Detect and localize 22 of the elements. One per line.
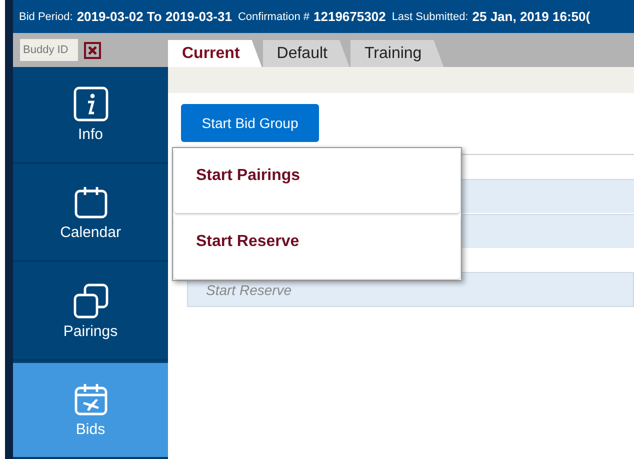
menu-item[interactable]: Start Pairings	[174, 149, 460, 213]
calendar-icon	[72, 184, 108, 220]
field-value: 2019-03-02 To 2019-03-31	[76, 9, 232, 24]
sidebar-label: Bids	[76, 421, 106, 438]
sidebar-label: Pairings	[63, 322, 118, 340]
row-placeholder: Start Reserve	[206, 282, 292, 298]
sidebar-label: Calendar	[60, 224, 121, 242]
tab[interactable]: Current	[168, 40, 262, 67]
field-value: 25 Jan, 2019 16:50(	[472, 9, 590, 24]
field-label: Bid Period:	[19, 10, 73, 22]
tab[interactable]: Training	[350, 40, 444, 67]
tab[interactable]: Default	[262, 40, 350, 67]
field-label: Confirmation #	[238, 10, 310, 22]
info-icon	[72, 86, 108, 122]
close-icon[interactable]	[84, 42, 101, 58]
field-value: 1219675302	[314, 9, 386, 24]
calendar-plane-icon	[72, 381, 108, 418]
squares-icon	[72, 282, 108, 319]
sidebar-label: Info	[78, 126, 104, 143]
field-label: Last Submitted:	[392, 10, 468, 22]
buddy-id-field[interactable]: Buddy ID	[20, 39, 78, 61]
start-bid-group-button[interactable]: Start Bid Group	[181, 104, 319, 142]
